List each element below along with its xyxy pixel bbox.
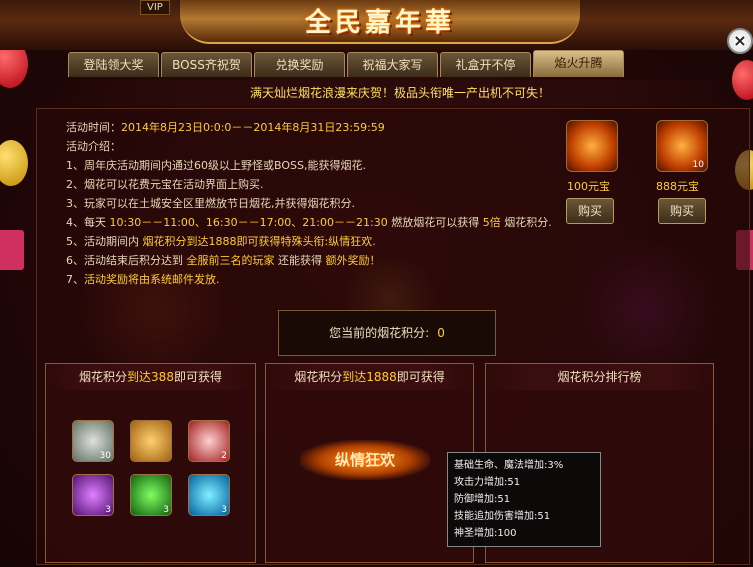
rule-line: 2、烟花可以花费元宝在活动界面上购买. (66, 178, 264, 191)
reward-item-slot[interactable]: 30 (72, 420, 114, 462)
window-title: 全民嘉年華 (304, 8, 455, 38)
tab-boss-celebration[interactable]: BOSS齐祝贺 (161, 52, 252, 77)
title-reward-badge[interactable]: 纵情狂欢 (300, 440, 430, 480)
reward-panel-388: 烟花积分到达388即可获得 30 2 3 3 3 (45, 363, 256, 563)
price-label: 888元宝 (656, 180, 699, 193)
event-window: VIP 全民嘉年華 × 登陆领大奖 BOSS齐祝贺 兑换奖励 祝福大家写 礼盒开… (0, 0, 753, 567)
price-label: 100元宝 (567, 180, 610, 193)
rule-line: 1、周年庆活动期间内通过60级以上野怪或BOSS,能获得烟花. (66, 159, 366, 172)
buy-button[interactable]: 购买 (658, 198, 706, 224)
event-intro-heading: 活动介绍： (66, 140, 121, 153)
tab-bar: 登陆领大奖 BOSS齐祝贺 兑换奖励 祝福大家写 礼盒开不停 焰火升腾 (68, 50, 624, 77)
tab-gift-box[interactable]: 礼盒开不停 (440, 52, 531, 77)
event-banner: 满天灿烂烟花浪漫来庆贺！极品头衔唯一产出机不可失！ (60, 80, 740, 106)
panel-heading: 烟花积分排行榜 (486, 364, 713, 390)
event-info: 活动时间：2014年8月23日0:0:0－－2014年8月31日23:59:59… (66, 118, 552, 289)
reward-item-slot[interactable] (130, 420, 172, 462)
buy-button[interactable]: 购买 (566, 198, 614, 224)
close-icon: × (733, 31, 747, 50)
event-time: 活动时间：2014年8月23日0:0:0－－2014年8月31日23:59:59 (66, 121, 385, 134)
reward-item-slot[interactable]: 3 (188, 474, 230, 516)
reward-item-slot[interactable]: 3 (72, 474, 114, 516)
tab-fireworks[interactable]: 焰火升腾 (533, 50, 624, 77)
rule-line: 7、活动奖励将由系统邮件发放. (66, 273, 220, 286)
gift-decoration (0, 230, 24, 270)
firework-item-small[interactable] (566, 120, 618, 172)
rule-line: 4、每天 10:30－－11:00、16:30－－17:00、21:00－－21… (66, 216, 552, 229)
panel-heading: 烟花积分到达388即可获得 (46, 364, 255, 390)
close-button[interactable]: × (727, 28, 753, 54)
tab-exchange-reward[interactable]: 兑换奖励 (254, 52, 345, 77)
title-frame: 全民嘉年華 (180, 0, 580, 44)
score-display: 您当前的烟花积分: 0 (278, 310, 496, 356)
title-tooltip: 基础生命、魔法增加:3% 攻击力增加:51 防御增加:51 技能追加伤害增加:5… (447, 452, 601, 547)
tab-blessing[interactable]: 祝福大家写 (347, 52, 438, 77)
panel-heading: 烟花积分到达1888即可获得 (266, 364, 473, 390)
rule-line: 5、活动期间内 烟花积分到达1888即可获得特殊头衔:纵情狂欢. (66, 235, 376, 248)
reward-item-slot[interactable]: 3 (130, 474, 172, 516)
rule-line: 3、玩家可以在土城安全区里燃放节日烟花,并获得烟花积分. (66, 197, 355, 210)
balloon-decoration (0, 140, 28, 186)
rule-line: 6、活动结束后积分达到 全服前三名的玩家 还能获得 额外奖励！ (66, 254, 381, 267)
tab-login-reward[interactable]: 登陆领大奖 (68, 52, 159, 77)
vip-label: VIP (140, 0, 170, 15)
reward-item-slot[interactable]: 2 (188, 420, 230, 462)
firework-item-large[interactable]: 10 (656, 120, 708, 172)
